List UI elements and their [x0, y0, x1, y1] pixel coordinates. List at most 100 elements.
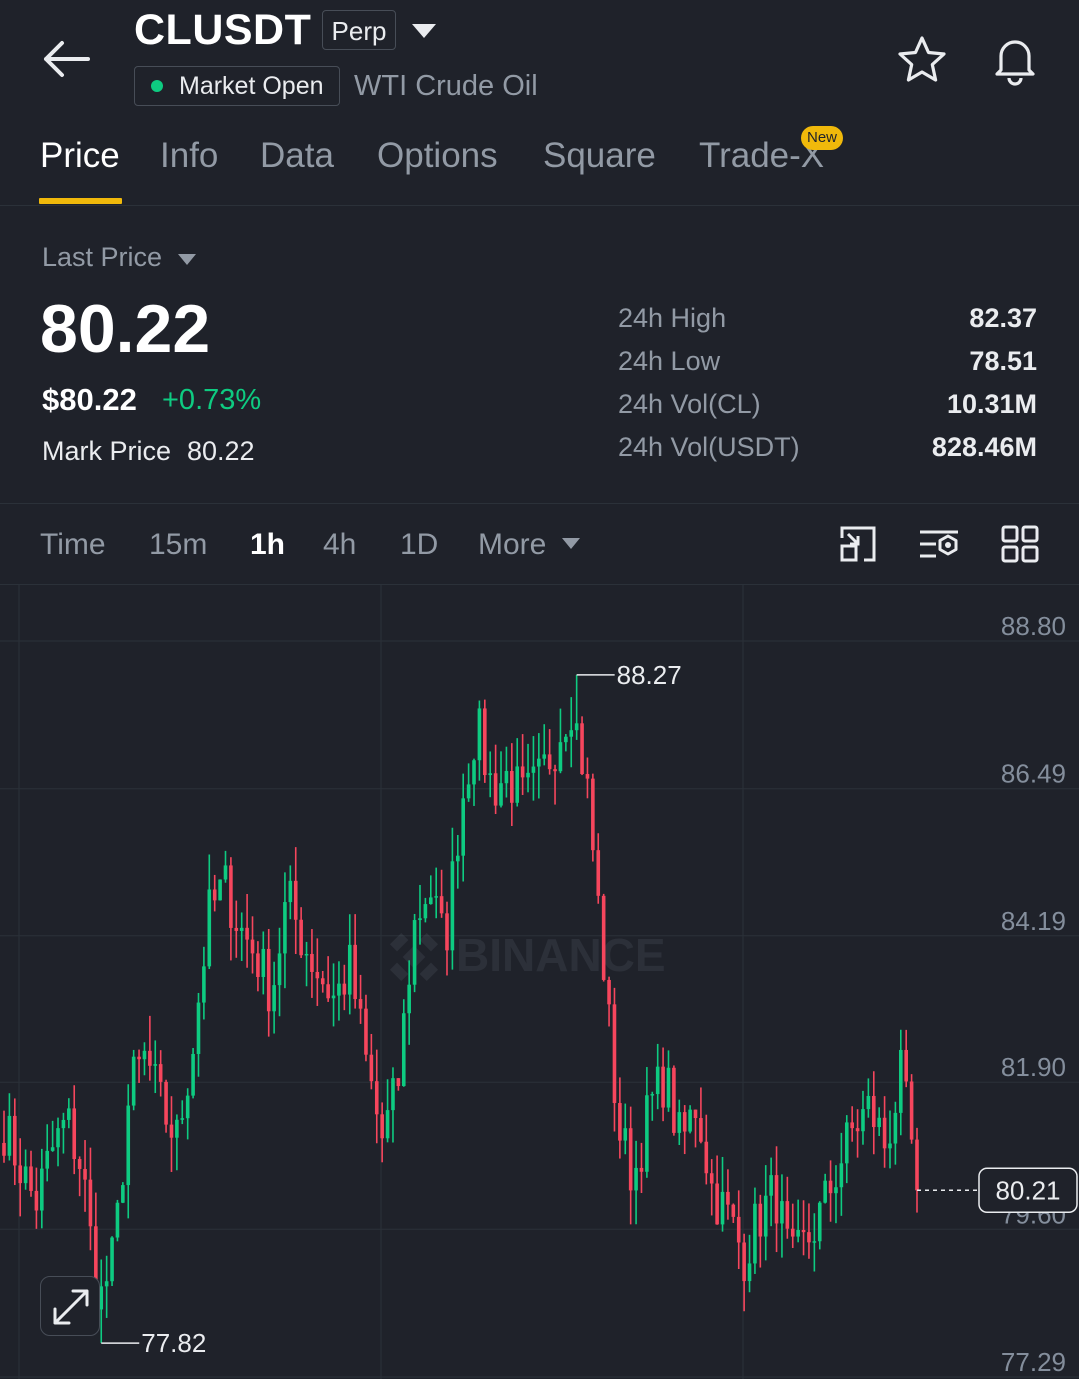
price-change-percent: +0.73% — [162, 384, 262, 416]
candle-body — [483, 708, 487, 776]
candle-body — [337, 983, 341, 996]
interval-more[interactable]: More — [478, 528, 546, 562]
candle-body — [218, 879, 222, 901]
low-price-label: 77.82 — [141, 1328, 206, 1358]
candle — [175, 1114, 179, 1171]
candle-body — [699, 1118, 703, 1142]
candle — [326, 956, 330, 1002]
candle — [499, 751, 503, 808]
tab-data[interactable]: Data — [260, 136, 334, 176]
candle — [780, 1174, 784, 1258]
candle — [72, 1085, 77, 1175]
candle-body — [29, 1166, 33, 1191]
stat-label-24h-vol-usdt: 24h Vol(USDT) — [618, 432, 800, 462]
candle — [472, 758, 476, 806]
candle-body — [898, 1049, 903, 1113]
candle-body — [50, 1147, 55, 1151]
candle-body — [796, 1230, 800, 1237]
fullscreen-button[interactable] — [40, 1276, 100, 1336]
candle — [493, 744, 498, 815]
last-price-selector[interactable]: Last Price — [42, 242, 162, 273]
chart-shrink-icon[interactable] — [838, 524, 878, 564]
candle-body — [385, 1110, 390, 1139]
chevron-down-icon[interactable] — [178, 254, 196, 265]
candle — [504, 746, 509, 798]
candle — [801, 1200, 806, 1256]
notification-bell-icon[interactable] — [988, 32, 1042, 86]
candle — [218, 879, 222, 901]
candle-body — [753, 1203, 757, 1264]
candle — [558, 708, 563, 774]
tab-info[interactable]: Info — [160, 136, 218, 176]
chart-settings-icon[interactable] — [918, 524, 960, 564]
back-arrow-icon[interactable] — [40, 38, 92, 80]
interval-1h[interactable]: 1h — [250, 528, 285, 562]
chart-grid — [0, 585, 1079, 1379]
candle-body — [342, 983, 347, 995]
candle-body — [175, 1119, 179, 1138]
candle-body — [461, 798, 466, 856]
candle-body — [574, 723, 579, 731]
candle-body — [580, 723, 584, 775]
candle — [877, 1107, 881, 1137]
candle-body — [510, 770, 514, 803]
candle — [202, 946, 206, 1020]
active-tab-indicator — [39, 198, 122, 204]
interval-15m[interactable]: 15m — [149, 528, 207, 562]
candle — [83, 1140, 87, 1212]
candle — [272, 961, 276, 1034]
candle — [353, 914, 357, 1009]
candle — [391, 1067, 395, 1143]
candle-body — [169, 1124, 174, 1138]
candle-body — [618, 1103, 622, 1141]
interval-4h[interactable]: 4h — [323, 528, 356, 562]
candle-body — [650, 1094, 655, 1096]
candle — [763, 1165, 768, 1261]
candle-body — [774, 1175, 779, 1224]
candle-body — [537, 758, 541, 767]
candle — [239, 912, 244, 961]
candle — [374, 1049, 379, 1144]
candle — [607, 976, 611, 1027]
candle-body — [828, 1180, 833, 1194]
candle — [450, 827, 455, 970]
candle-body — [320, 978, 325, 985]
candle-body — [428, 897, 433, 905]
candle-body — [61, 1119, 66, 1129]
candle — [888, 1110, 892, 1169]
candlestick-chart[interactable]: BINANCE 88.8086.4984.1981.9079.6077.29 8… — [0, 585, 1079, 1379]
candle-body — [661, 1066, 665, 1108]
expand-icon — [53, 1289, 89, 1325]
candle-body — [391, 1078, 395, 1111]
interval-1d[interactable]: 1D — [400, 528, 438, 562]
candle-body — [790, 1228, 795, 1237]
candle-body — [731, 1204, 736, 1217]
tab-options[interactable]: Options — [377, 136, 498, 176]
symbol-dropdown-icon[interactable] — [412, 24, 436, 38]
candle-body — [121, 1185, 125, 1203]
candle — [596, 833, 601, 904]
candle — [277, 927, 282, 1017]
candle — [180, 1100, 185, 1125]
chevron-down-icon[interactable] — [562, 538, 580, 549]
contract-type-badge[interactable]: Perp — [322, 10, 396, 50]
stat-label-24h-low: 24h Low — [618, 346, 721, 376]
candle — [288, 865, 293, 920]
watermark-text: BINANCE — [456, 929, 666, 981]
candle — [342, 964, 347, 1011]
tab-price[interactable]: Price — [40, 136, 120, 176]
candle-body — [520, 766, 525, 778]
favorite-star-icon[interactable] — [896, 34, 948, 86]
candle — [645, 1067, 649, 1178]
candle-body — [888, 1143, 892, 1149]
interval-time[interactable]: Time — [40, 528, 106, 562]
candle-body — [250, 939, 255, 954]
symbol-title[interactable]: CLUSDT — [134, 6, 311, 55]
tab-square[interactable]: Square — [543, 136, 656, 176]
candle — [747, 1234, 752, 1293]
candle — [871, 1071, 876, 1155]
candle-body — [142, 1050, 147, 1060]
candle — [434, 867, 438, 919]
candle-body — [434, 896, 438, 898]
grid-layout-icon[interactable] — [1000, 524, 1040, 564]
